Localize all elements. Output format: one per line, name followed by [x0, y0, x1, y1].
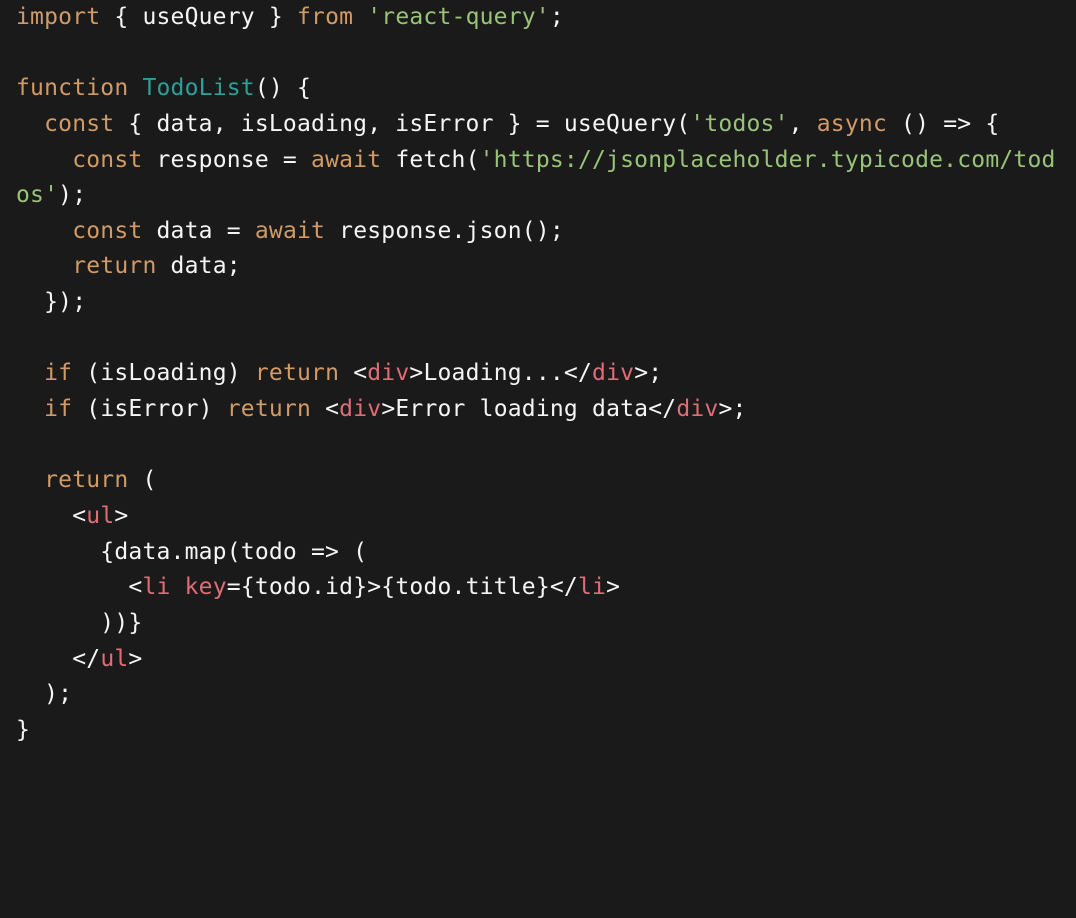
- code-token-txt: >: [606, 574, 620, 600]
- code-token-txt: ,: [789, 111, 817, 137]
- code-token-kw: return: [44, 467, 128, 493]
- code-token-txt: [353, 4, 367, 30]
- code-token-txt: {data.map(todo => (: [16, 539, 367, 565]
- code-token-tag: div: [367, 360, 409, 386]
- code-token-kw: const: [44, 111, 114, 137]
- code-token-tag: div: [676, 396, 718, 422]
- code-token-txt: });: [16, 289, 86, 315]
- code-token-txt: );: [16, 681, 72, 707]
- code-token-txt: ))}: [16, 610, 142, 636]
- code-token-tag: ul: [100, 646, 128, 672]
- code-token-kw: function: [16, 75, 128, 101]
- code-token-txt: () => {: [887, 111, 999, 137]
- code-token-kw: return: [227, 396, 311, 422]
- code-token-txt: <: [16, 503, 86, 529]
- code-token-tag: li: [142, 574, 170, 600]
- code-token-txt: data;: [157, 253, 241, 279]
- code-token-kw: import: [16, 4, 100, 30]
- code-token-txt: >Error loading data</: [381, 396, 676, 422]
- code-token-txt: ={todo.id}>{todo.title}</: [227, 574, 578, 600]
- code-token-txt: [16, 467, 44, 493]
- code-token-tag: key: [185, 574, 227, 600]
- code-block: import { useQuery } from 'react-query'; …: [0, 0, 1076, 748]
- code-token-txt: </: [16, 646, 100, 672]
- code-token-txt: <: [311, 396, 339, 422]
- code-token-kw: if: [44, 396, 72, 422]
- code-token-str: 'todos': [690, 111, 788, 137]
- code-token-txt: <: [339, 360, 367, 386]
- code-token-kw: async: [817, 111, 887, 137]
- code-token-txt: response =: [142, 147, 311, 173]
- code-token-txt: (: [128, 467, 156, 493]
- code-token-txt: () {: [255, 75, 311, 101]
- code-token-txt: [16, 253, 72, 279]
- code-token-txt: (isLoading): [72, 360, 255, 386]
- code-token-txt: fetch(: [381, 147, 479, 173]
- code-token-kw: await: [311, 147, 381, 173]
- code-token-str: 'react-query': [367, 4, 550, 30]
- code-token-txt: [16, 396, 44, 422]
- code-token-kw: const: [72, 218, 142, 244]
- code-token-txt: );: [58, 182, 86, 208]
- code-token-txt: [171, 574, 185, 600]
- code-token-fn: TodoList: [142, 75, 254, 101]
- code-token-txt: [16, 111, 44, 137]
- code-token-kw: const: [72, 147, 142, 173]
- code-token-kw: if: [44, 360, 72, 386]
- code-token-txt: response.json();: [325, 218, 564, 244]
- code-token-txt: [16, 218, 72, 244]
- code-token-txt: [128, 75, 142, 101]
- code-token-tag: div: [339, 396, 381, 422]
- code-token-tag: li: [578, 574, 606, 600]
- code-token-txt: >;: [718, 396, 746, 422]
- code-token-kw: return: [72, 253, 156, 279]
- code-token-fr: from: [297, 4, 353, 30]
- code-token-txt: }: [16, 717, 30, 743]
- code-token-tag: ul: [86, 503, 114, 529]
- code-token-txt: >Loading...</: [409, 360, 592, 386]
- code-token-txt: >: [114, 503, 128, 529]
- code-token-txt: { useQuery }: [100, 4, 297, 30]
- code-token-txt: [16, 360, 44, 386]
- code-token-kw: await: [255, 218, 325, 244]
- code-token-txt: >;: [634, 360, 662, 386]
- code-token-txt: [16, 147, 72, 173]
- code-token-txt: (isError): [72, 396, 227, 422]
- code-token-txt: <: [16, 574, 142, 600]
- code-token-kw: return: [255, 360, 339, 386]
- code-token-txt: ;: [550, 4, 564, 30]
- code-token-txt: >: [128, 646, 142, 672]
- code-token-txt: { data, isLoading, isError } = useQuery(: [114, 111, 690, 137]
- code-token-tag: div: [592, 360, 634, 386]
- code-token-txt: data =: [142, 218, 254, 244]
